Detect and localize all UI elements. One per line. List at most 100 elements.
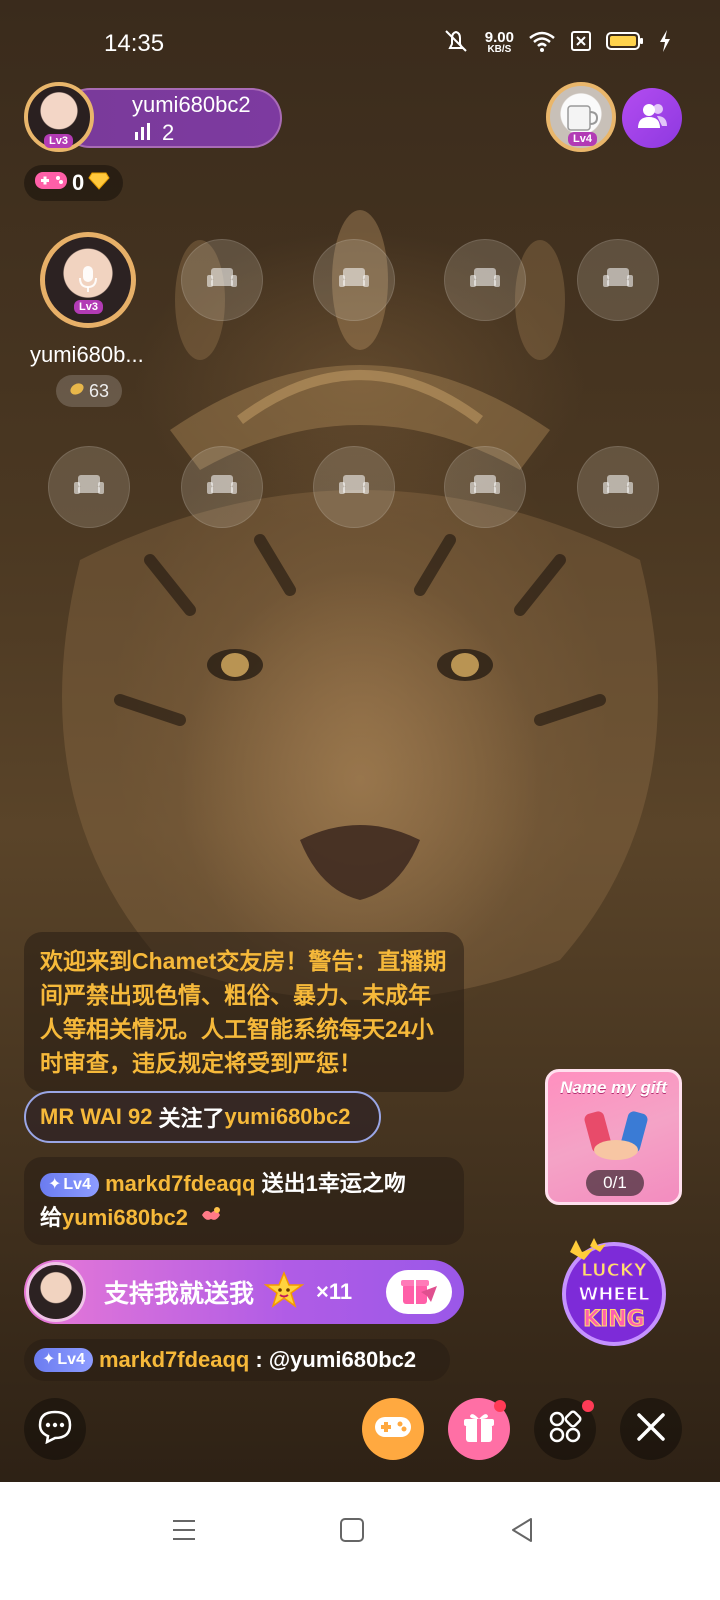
gift-notification-dot: [494, 1400, 506, 1412]
empty-seat[interactable]: [444, 239, 526, 321]
mention-user-level: Lv4: [57, 1351, 85, 1368]
sofa-icon: [205, 265, 239, 296]
game-coin-value: 0: [72, 170, 85, 195]
net-speed: 9.00 KB/S: [484, 28, 514, 56]
host-seat-coins: 63: [56, 375, 122, 407]
sofa-icon: [468, 472, 502, 503]
gift-user-level: Lv4: [63, 1176, 91, 1194]
support-avatar: [26, 1262, 86, 1322]
hands-gift-icon: [576, 1106, 656, 1171]
gamepad-icon: [34, 168, 68, 198]
empty-seat[interactable]: [577, 239, 659, 321]
charging-icon: [658, 29, 672, 58]
mention-message: ✦ Lv4 markd7fdeaqq : @yumi680bc2: [24, 1339, 450, 1381]
status-bar: 14:35 9.00 KB/S: [0, 0, 720, 86]
name-gift-progress: 0/1: [586, 1170, 644, 1196]
host-seat-coin-value: 63: [88, 380, 110, 401]
square-icon: [339, 1517, 365, 1548]
lucky-wheel-icon: LUCKY WHEEL KING: [562, 1238, 666, 1346]
sofa-icon: [601, 265, 635, 296]
system-nav-bar: [0, 1482, 720, 1600]
sofa-icon: [72, 472, 106, 503]
signal-bars-icon: [134, 120, 152, 146]
sofa-icon: [468, 265, 502, 296]
star-gift-icon: [263, 1270, 305, 1314]
menu-lines-icon: [171, 1518, 197, 1547]
follow-target[interactable]: yumi680bc2: [224, 1104, 350, 1130]
host-name: yumi680bc2: [132, 92, 251, 117]
viewer-count: 2: [134, 120, 174, 146]
chat-bubble-icon: [37, 1410, 73, 1449]
gift-prefix: 给: [40, 1205, 63, 1230]
microphone-icon: [78, 265, 98, 298]
bottom-action-bar: [0, 1390, 720, 1466]
gift-send-icon: [399, 1274, 439, 1311]
empty-seat[interactable]: [313, 446, 395, 528]
close-icon: [636, 1412, 666, 1447]
status-time: 14:35: [104, 30, 165, 57]
mention-user-level-badge: ✦ Lv4: [34, 1348, 93, 1372]
gift-box-icon: [462, 1410, 496, 1449]
support-text: 支持我就送我: [104, 1280, 255, 1308]
back-button[interactable]: [502, 1512, 542, 1552]
viewer-count-value: 2: [162, 120, 175, 145]
support-multiplier: ×11: [316, 1279, 353, 1304]
gift-user[interactable]: markd7fdeaqq: [105, 1171, 255, 1196]
sofa-icon: [337, 472, 371, 503]
close-room-button[interactable]: [620, 1398, 682, 1460]
lucky-wheel-line3: KING: [583, 1307, 645, 1332]
wifi-icon: [528, 30, 556, 57]
sofa-icon: [601, 472, 635, 503]
mention-text: @yumi680bc2: [268, 1347, 417, 1372]
back-triangle-icon: [509, 1517, 535, 1548]
gift-button[interactable]: [448, 1398, 510, 1460]
net-speed-unit: KB/S: [487, 43, 512, 55]
sofa-icon: [337, 265, 371, 296]
coin-icon: [69, 381, 85, 402]
gift-target[interactable]: yumi680bc2: [62, 1205, 188, 1230]
diamond-icon: [88, 170, 110, 196]
send-gift-button[interactable]: [386, 1270, 452, 1314]
sparkle-icon: ✦: [48, 1176, 62, 1194]
online-users-button[interactable]: [622, 88, 682, 148]
empty-seat[interactable]: [181, 239, 263, 321]
empty-seat[interactable]: [313, 239, 395, 321]
chat-button[interactable]: [24, 1398, 86, 1460]
top-viewer-level-badge: Lv4: [568, 132, 597, 146]
mention-separator: :: [255, 1347, 263, 1372]
name-gift-title: Name my gift: [560, 1078, 667, 1097]
kiss-gift-icon: [200, 1205, 222, 1230]
follow-action: 关注了: [158, 1106, 225, 1131]
follow-user[interactable]: MR WAI 92: [40, 1104, 152, 1130]
status-icons: 9.00 KB/S: [441, 28, 672, 59]
empty-seat[interactable]: [577, 446, 659, 528]
lucky-wheel-line2: WHEEL: [579, 1284, 650, 1305]
mention-user[interactable]: markd7fdeaqq: [99, 1347, 249, 1373]
mute-icon: [441, 28, 471, 59]
more-apps-button[interactable]: [534, 1398, 596, 1460]
apps-grid-icon: [547, 1409, 583, 1450]
net-speed-value: 9.00: [484, 28, 514, 46]
gift-user-level-badge: ✦ Lv4: [40, 1173, 99, 1198]
lucky-wheel-line1: LUCKY: [581, 1260, 648, 1281]
apps-notification-dot: [582, 1400, 594, 1412]
recent-apps-button[interactable]: [164, 1512, 204, 1552]
home-button[interactable]: [332, 1512, 372, 1552]
live-room-screen: 14:35 9.00 KB/S Lv3 yumi680bc2 2 0 Lv4 L…: [0, 0, 720, 1510]
empty-seat[interactable]: [181, 446, 263, 528]
follow-message: MR WAI 92 关注了 yumi680bc2: [24, 1091, 381, 1143]
host-info-pill[interactable]: Lv3 yumi680bc2 2: [24, 82, 282, 152]
host-seat-name: yumi680b...: [30, 342, 144, 367]
support-gift-bar[interactable]: 支持我就送我 ×11: [24, 1260, 464, 1324]
lucky-wheel-king-button[interactable]: LUCKY WHEEL KING: [556, 1236, 672, 1346]
gift-message: ✦ Lv4 markd7fdeaqq 送出1幸运之吻 给yumi680bc2: [24, 1157, 464, 1245]
sofa-icon: [205, 472, 239, 503]
empty-seat[interactable]: [48, 446, 130, 528]
host-seat-level-badge: Lv3: [74, 300, 103, 314]
game-coin-pill[interactable]: 0: [24, 165, 123, 201]
room-notice: 欢迎来到Chamet交友房！警告：直播期间严禁出现色情、粗俗、暴力、未成年人等相…: [24, 932, 464, 1092]
name-my-gift-banner[interactable]: Name my gift 0/1: [545, 1069, 682, 1205]
empty-seat[interactable]: [444, 446, 526, 528]
sim-off-icon: [570, 30, 592, 57]
game-button[interactable]: [362, 1398, 424, 1460]
